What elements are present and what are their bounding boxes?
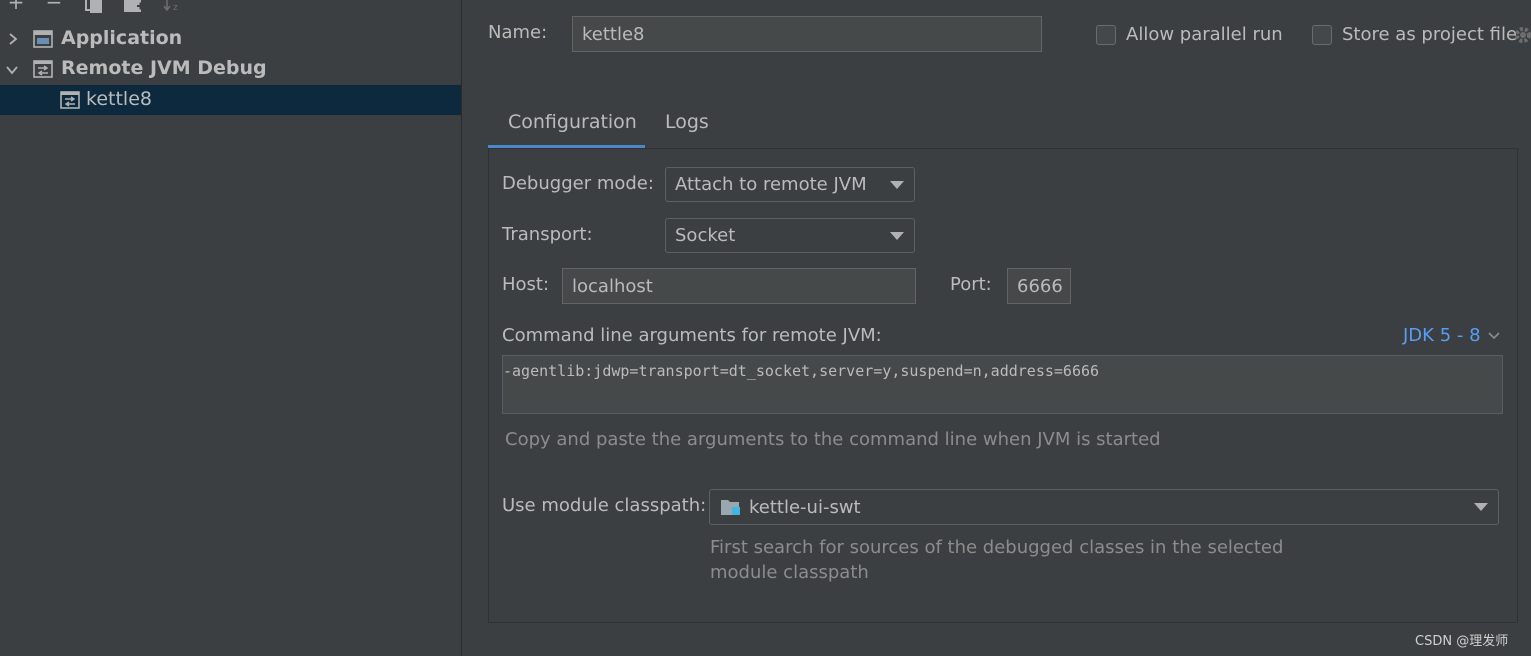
port-field[interactable]: 6666	[1007, 268, 1071, 304]
copy-icon[interactable]	[84, 0, 104, 14]
plus-icon[interactable]: +	[6, 0, 26, 12]
tab-label: Logs	[665, 111, 709, 133]
debugger-mode-label: Debugger mode:	[502, 173, 654, 194]
transport-label: Transport:	[502, 224, 593, 245]
module-hint-line1: First search for sources of the debugged…	[710, 537, 1284, 558]
minus-icon[interactable]: −	[44, 0, 64, 12]
port-value: 6666	[1017, 275, 1063, 297]
remote-debug-icon	[33, 60, 53, 78]
cmdline-args-area[interactable]: -agentlib:jdwp=transport=dt_socket,serve…	[502, 355, 1503, 414]
module-folder-icon	[721, 500, 740, 515]
store-project-label: Store as project file	[1342, 24, 1518, 45]
tree-item-kettle8[interactable]: kettle8	[0, 85, 461, 115]
port-label: Port:	[950, 274, 992, 295]
tree-item-application[interactable]: Application	[0, 24, 461, 54]
dropdown-arrow-icon	[890, 231, 904, 240]
application-icon	[33, 30, 53, 48]
cmdline-args-value: -agentlib:jdwp=transport=dt_socket,serve…	[503, 362, 1100, 380]
sort-icon[interactable]: z	[163, 0, 183, 14]
transport-value: Socket	[675, 225, 736, 246]
name-label: Name:	[488, 22, 548, 43]
tree-item-label: Remote JVM Debug	[61, 57, 267, 79]
jdk-version-selector[interactable]: JDK 5 - 8	[1403, 325, 1500, 346]
tab-label: Configuration	[508, 111, 637, 133]
watermark: CSDN @理发师	[1415, 634, 1509, 649]
module-classpath-value: kettle-ui-swt	[749, 496, 861, 518]
cmdline-label: Command line arguments for remote JVM:	[502, 325, 882, 346]
module-classpath-label: Use module classpath:	[502, 495, 707, 516]
chevron-right-icon[interactable]	[7, 33, 19, 45]
allow-parallel-checkbox[interactable]	[1096, 25, 1116, 45]
debugger-mode-select[interactable]: Attach to remote JVM	[665, 167, 915, 202]
host-label: Host:	[502, 274, 550, 295]
gear-icon[interactable]	[1513, 24, 1531, 46]
debugger-mode-value: Attach to remote JVM	[675, 174, 867, 195]
cmdline-hint: Copy and paste the arguments to the comm…	[505, 429, 1161, 450]
configurations-panel: + − z Application Remote JVM Debug kettl…	[0, 0, 462, 656]
dropdown-arrow-icon	[890, 180, 904, 189]
host-field[interactable]: localhost	[562, 268, 916, 304]
name-field[interactable]: kettle8	[572, 16, 1042, 52]
module-hint-line2: module classpath	[710, 562, 869, 583]
dropdown-arrow-icon	[1474, 503, 1488, 511]
store-project-checkbox[interactable]	[1312, 25, 1332, 45]
tab-configuration[interactable]: Configuration	[488, 108, 645, 148]
jdk-version-label: JDK 5 - 8	[1403, 325, 1481, 346]
name-value: kettle8	[582, 23, 645, 45]
chevron-down-icon	[1488, 332, 1500, 340]
new-folder-icon[interactable]	[123, 0, 145, 14]
chevron-down-icon[interactable]	[6, 64, 18, 76]
host-value: localhost	[572, 275, 653, 297]
remote-debug-icon	[60, 91, 80, 109]
tree-item-label: kettle8	[86, 88, 152, 110]
tree-item-label: Application	[61, 27, 183, 49]
allow-parallel-label: Allow parallel run	[1126, 24, 1283, 45]
transport-select[interactable]: Socket	[665, 218, 915, 253]
module-classpath-select[interactable]: kettle-ui-swt	[709, 489, 1499, 525]
svg-text:z: z	[173, 3, 178, 13]
tree-item-remote-jvm-debug[interactable]: Remote JVM Debug	[0, 54, 461, 84]
tab-logs[interactable]: Logs	[645, 108, 730, 148]
